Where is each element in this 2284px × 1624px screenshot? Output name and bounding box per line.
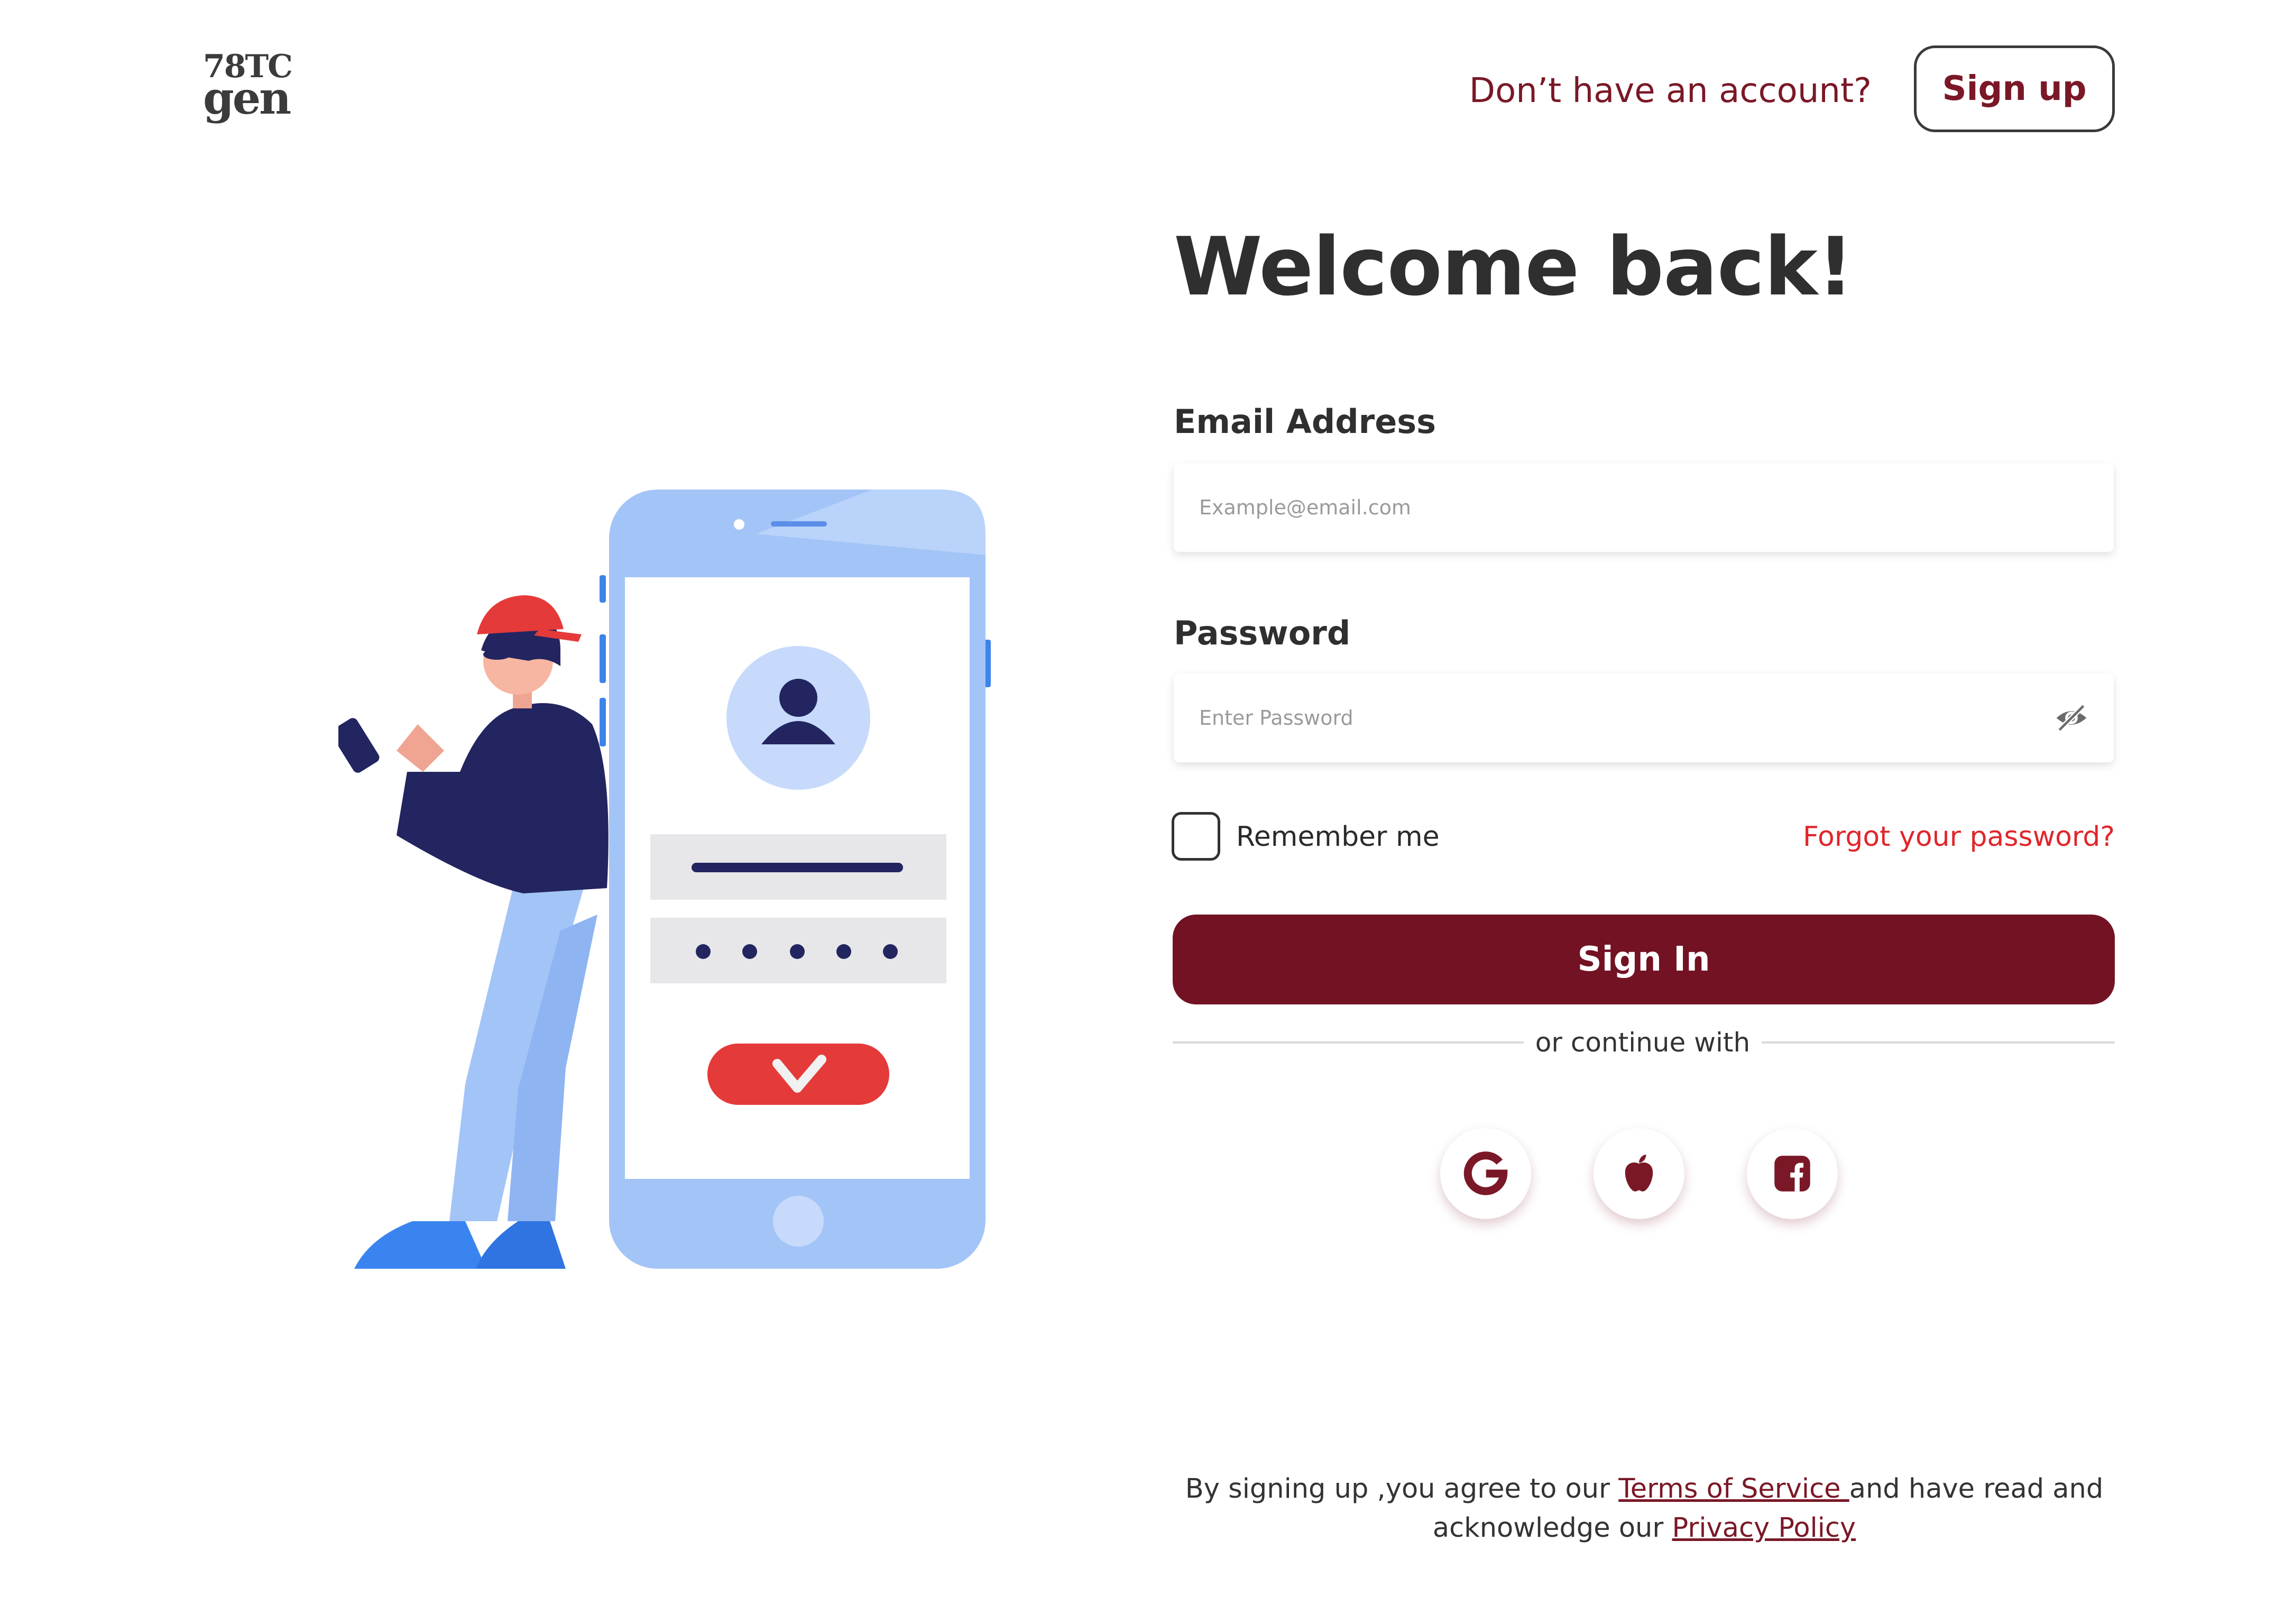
forgot-password-link[interactable]: Forgot your password? (1745, 818, 2115, 855)
email-label: Email Address (1174, 402, 1436, 441)
page-title: Welcome back! (1174, 220, 1854, 313)
login-illustration (338, 490, 991, 1269)
facebook-icon (1774, 1156, 1810, 1192)
signup-button[interactable]: Sign up (1914, 45, 2115, 132)
logo-line-2: gen (203, 72, 291, 124)
divider-line-right (1762, 1041, 2115, 1044)
google-signin-button[interactable] (1440, 1128, 1531, 1219)
eye-off-icon[interactable] (2053, 700, 2089, 736)
remember-label[interactable]: Remember me (1236, 818, 1440, 855)
facebook-signin-button[interactable] (1747, 1128, 1838, 1219)
logo: 78TC gen (203, 51, 293, 130)
apple-signin-button[interactable] (1594, 1128, 1684, 1219)
email-field-container (1174, 463, 2114, 552)
password-input[interactable] (1199, 673, 2024, 762)
divider-label: or continue with (1535, 1027, 1751, 1058)
signin-button[interactable]: Sign In (1173, 915, 2115, 1004)
remember-checkbox[interactable] (1172, 812, 1220, 861)
legal-prefix: By signing up ,you agree to our (1185, 1473, 1619, 1505)
legal-text: By signing up ,you agree to our Terms of… (1153, 1470, 2136, 1548)
apple-icon (1625, 1155, 1653, 1192)
password-field-container (1174, 673, 2114, 762)
google-icon (1463, 1151, 1508, 1195)
email-input[interactable] (1199, 463, 2024, 552)
password-label: Password (1174, 614, 1351, 652)
phone-illustration (600, 490, 991, 1269)
person-illustration (338, 595, 609, 1269)
divider-line-left (1173, 1041, 1524, 1044)
terms-of-service-link[interactable]: Terms of Service (1618, 1473, 1849, 1505)
privacy-policy-link[interactable]: Privacy Policy (1672, 1512, 1856, 1544)
signup-prompt: Don’t have an account? (1469, 71, 1872, 110)
